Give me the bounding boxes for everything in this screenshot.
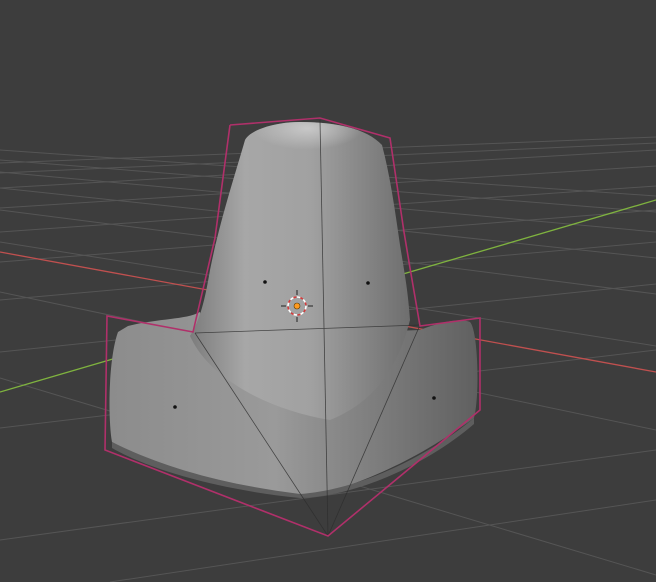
viewport-canvas[interactable] [0,0,656,582]
object-origin-icon [293,302,301,310]
3d-viewport[interactable] [0,0,656,582]
